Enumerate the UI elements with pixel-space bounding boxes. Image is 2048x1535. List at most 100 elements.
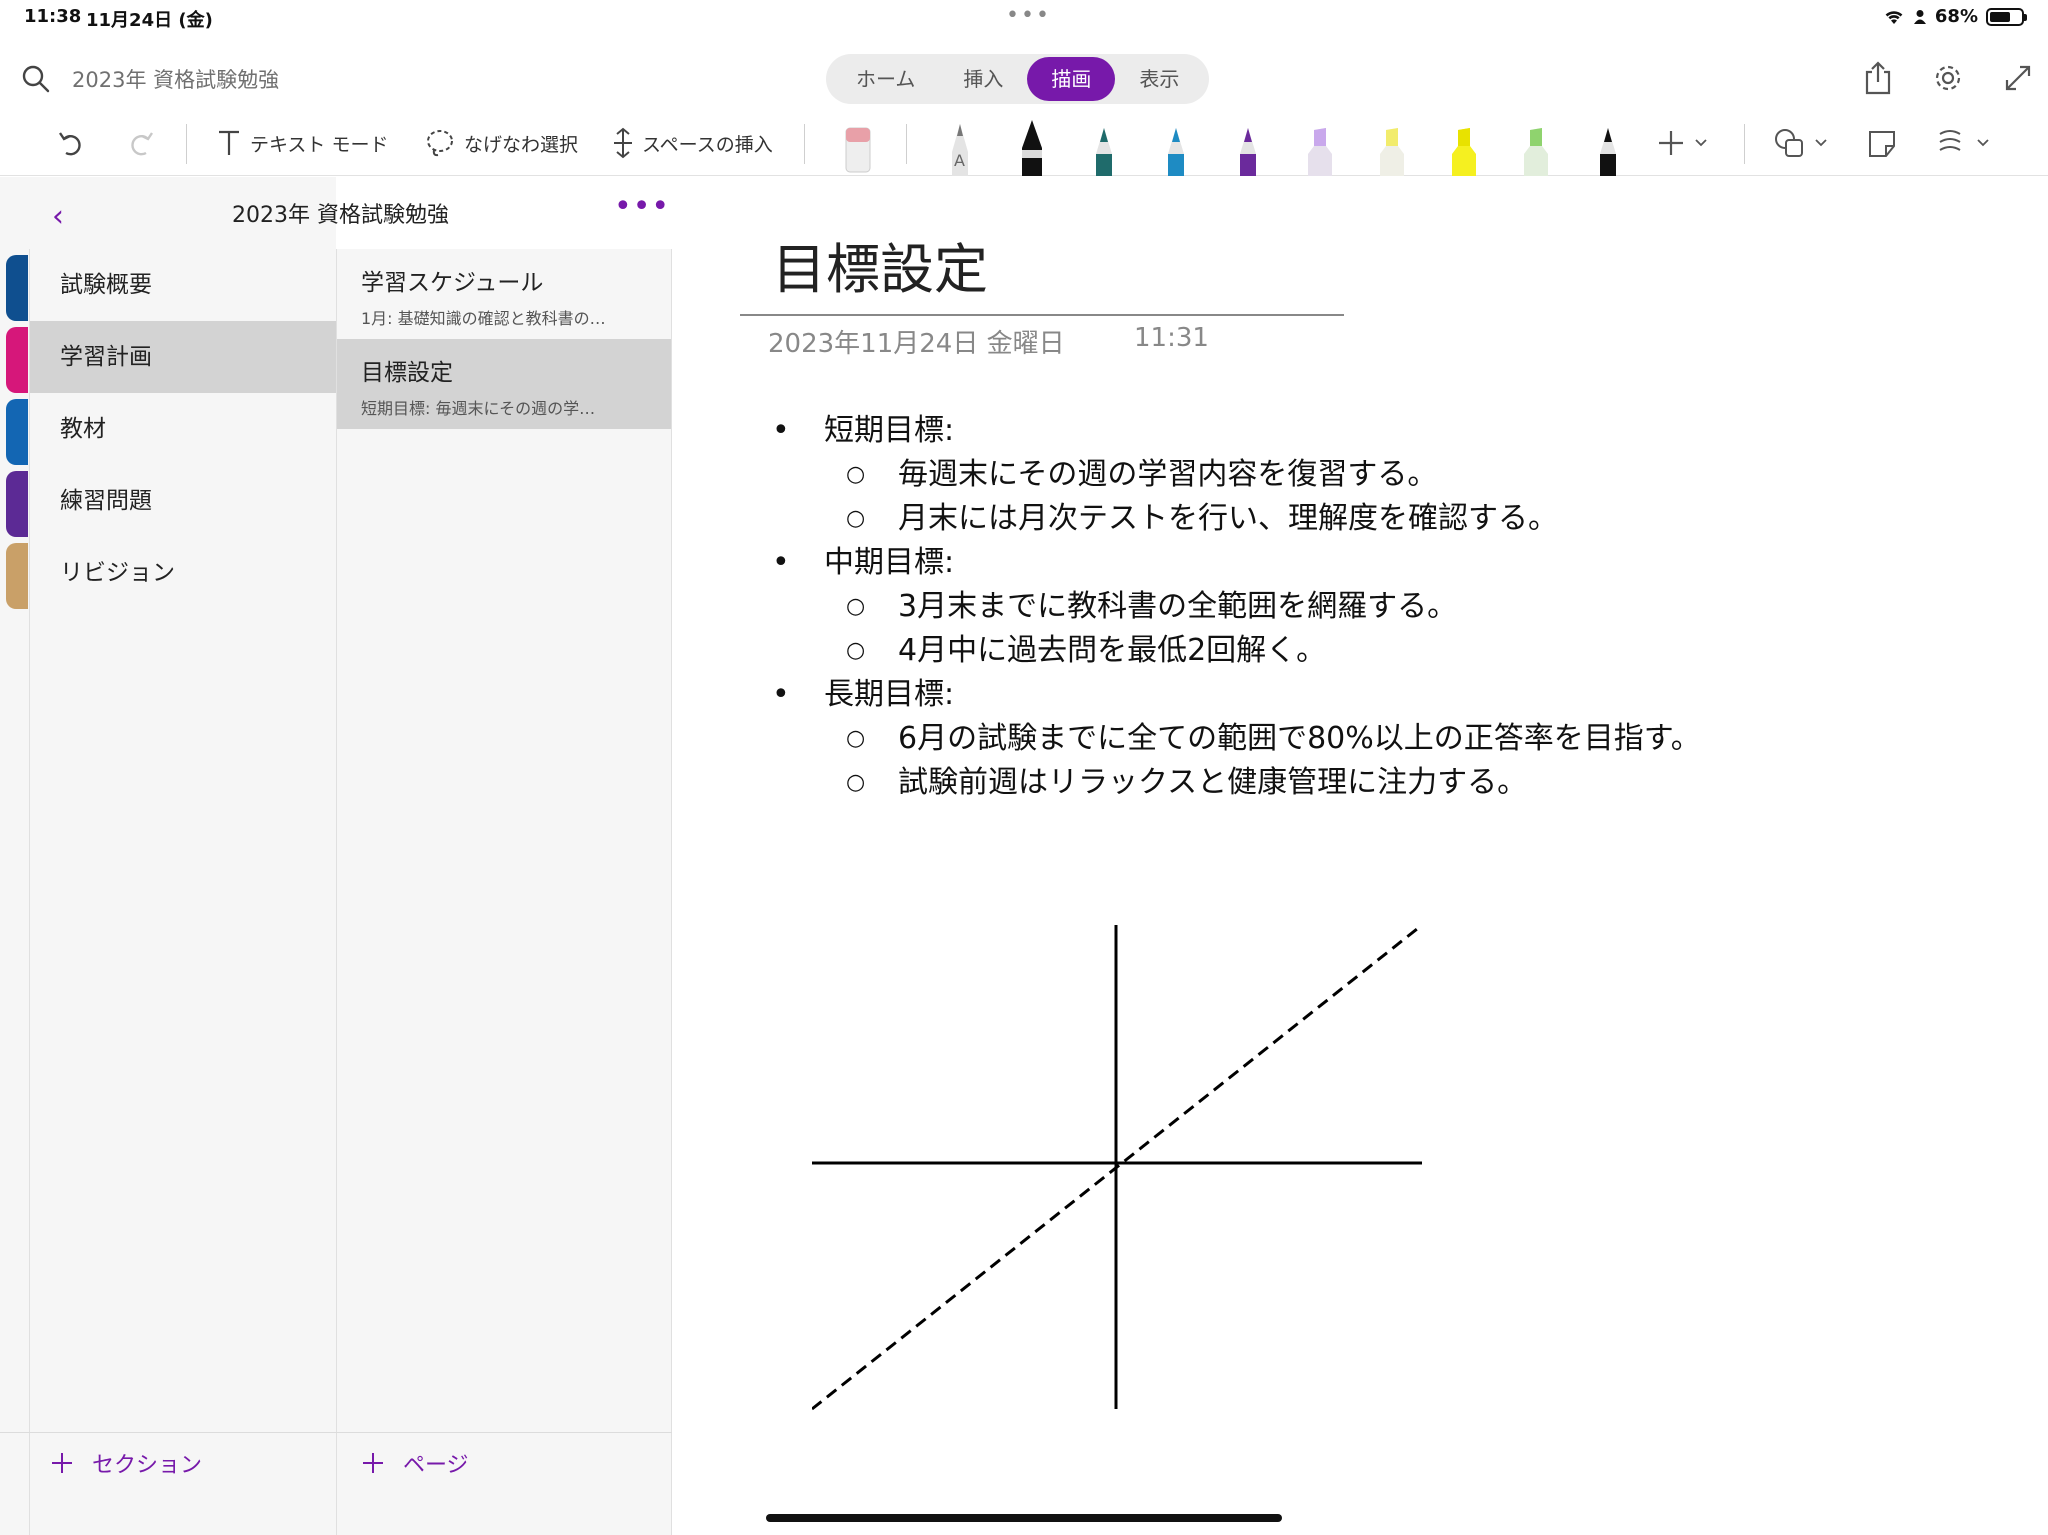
add-page-button[interactable]: ページ bbox=[361, 1447, 469, 1479]
outline-item[interactable]: 3月末までに教科書の全範囲を網羅する。 bbox=[772, 585, 1701, 629]
section-color-tab bbox=[6, 327, 28, 393]
redo-button[interactable] bbox=[124, 122, 156, 164]
notebook-title: 2023年 資格試験勉強 bbox=[232, 203, 449, 228]
shapes-button[interactable] bbox=[1772, 122, 1828, 164]
tab-draw[interactable]: 描画 bbox=[1027, 57, 1116, 101]
back-icon[interactable]: ‹ bbox=[52, 199, 64, 234]
settings-button[interactable] bbox=[1928, 58, 1968, 98]
ink-to-shape-button[interactable] bbox=[1866, 122, 1900, 164]
section-color-tab bbox=[6, 399, 28, 465]
wifi-icon bbox=[1885, 10, 1903, 24]
draw-toolbar: テキスト モード なげなわ選択 スペースの挿入 A bbox=[0, 112, 2048, 176]
title-underline bbox=[740, 314, 1344, 316]
tab-view[interactable]: 表示 bbox=[1115, 57, 1203, 101]
page-date: 2023年11月24日 金曜日 bbox=[768, 329, 1065, 359]
lasso-icon bbox=[427, 130, 453, 157]
page-item-title: 学習スケジュール bbox=[361, 270, 544, 296]
page-item-schedule[interactable]: 学習スケジュール 1月: 基礎知識の確認と教科書の… bbox=[337, 249, 671, 339]
page-item-snippet: 短期目標: 毎週末にその週の学… bbox=[361, 399, 596, 418]
section-item-exam-overview[interactable]: 試験概要 bbox=[30, 249, 336, 321]
search-icon[interactable] bbox=[20, 63, 52, 95]
home-indicator[interactable] bbox=[766, 1514, 1282, 1522]
add-section-button[interactable]: セクション bbox=[50, 1447, 202, 1479]
toolbar-divider bbox=[1744, 124, 1745, 164]
pen-teal-icon[interactable] bbox=[1084, 116, 1124, 176]
insert-space-label: スペースの挿入 bbox=[642, 133, 773, 156]
ink-replay-icon bbox=[1939, 130, 1961, 151]
location-icon bbox=[1913, 9, 1926, 24]
page-item-title: 目標設定 bbox=[361, 360, 453, 386]
search-field[interactable]: 2023年 資格試験勉強 bbox=[72, 64, 279, 94]
section-color-tab bbox=[6, 255, 28, 321]
outline-heading[interactable]: 中期目標: bbox=[772, 541, 1701, 585]
outline-item[interactable]: 6月の試験までに全ての範囲で80%以上の正答率を目指す。 bbox=[772, 717, 1701, 761]
highlighter-yellow-bright-icon[interactable] bbox=[1444, 116, 1484, 176]
lasso-select-button[interactable]: なげなわ選択 bbox=[424, 122, 578, 164]
plus-icon bbox=[1659, 131, 1683, 155]
footer-divider bbox=[0, 1432, 672, 1433]
pages-pane: 学習スケジュール 1月: 基礎知識の確認と教科書の… 目標設定 短期目標: 毎週… bbox=[336, 249, 672, 1535]
insert-space-button[interactable]: スペースの挿入 bbox=[612, 122, 773, 164]
section-item-practice[interactable]: 練習問題 bbox=[30, 465, 336, 537]
toolbar-divider bbox=[804, 124, 805, 164]
note-outline[interactable]: 短期目標: 毎週末にその週の学習内容を復習する。 月末には月次テストを行い、理解… bbox=[772, 409, 1701, 805]
section-item-materials[interactable]: 教材 bbox=[30, 393, 336, 465]
highlighter-green-icon[interactable] bbox=[1516, 116, 1556, 176]
shapes-icon bbox=[1775, 129, 1803, 157]
note-canvas[interactable]: 目標設定 2023年11月24日 金曜日 11:31 短期目標: 毎週末にその週… bbox=[672, 177, 2048, 1535]
eraser-icon[interactable] bbox=[838, 116, 878, 176]
top-right-actions bbox=[1858, 58, 2038, 98]
expand-icon bbox=[2005, 65, 2031, 91]
sections-pane: ‹ 2023年 資格試験勉強 ••• 試験概要 学習計画 教材 練習問題 リビジ… bbox=[0, 177, 669, 1535]
battery-percent: 68% bbox=[1934, 6, 1978, 27]
plus-icon bbox=[52, 1453, 72, 1473]
highlighter-yellow-icon[interactable] bbox=[1372, 116, 1412, 176]
ribbon-tabs: ホーム 挿入 描画 表示 bbox=[826, 54, 1210, 104]
section-color-tab bbox=[6, 471, 28, 537]
outline-item[interactable]: 4月中に過去問を最低2回解く。 bbox=[772, 629, 1701, 673]
undo-icon bbox=[59, 132, 81, 156]
highlighter-lavender-icon[interactable] bbox=[1300, 116, 1340, 176]
lasso-label: なげなわ選択 bbox=[464, 133, 579, 156]
pencil-icon[interactable]: A bbox=[940, 116, 980, 176]
outline-heading[interactable]: 短期目標: bbox=[772, 409, 1701, 453]
page-item-goals[interactable]: 目標設定 短期目標: 毎週末にその週の学… bbox=[337, 339, 671, 429]
battery-icon bbox=[1986, 7, 2027, 26]
undo-button[interactable] bbox=[56, 122, 88, 164]
text-mode-button[interactable]: テキスト モード bbox=[216, 122, 388, 164]
ink-drawing-axes[interactable] bbox=[812, 915, 1432, 1415]
sidebar-divider bbox=[29, 249, 30, 1535]
outline-item[interactable]: 月末には月次テストを行い、理解度を確認する。 bbox=[772, 497, 1701, 541]
add-pen-button[interactable] bbox=[1656, 122, 1708, 164]
multitasking-dots-icon[interactable]: ••• bbox=[1006, 5, 1051, 27]
section-color-tab bbox=[6, 543, 28, 609]
pen-purple-icon[interactable] bbox=[1228, 116, 1268, 176]
outline-item[interactable]: 試験前週はリラックスと健康管理に注力する。 bbox=[772, 761, 1701, 805]
redo-icon bbox=[131, 132, 153, 156]
section-item-revision[interactable]: リビジョン bbox=[30, 537, 336, 609]
settings-icon bbox=[1935, 65, 1961, 91]
tab-insert[interactable]: 挿入 bbox=[939, 57, 1027, 101]
ink-options-button[interactable] bbox=[1934, 122, 1990, 164]
pen-blue-icon[interactable] bbox=[1156, 116, 1196, 176]
page-item-snippet: 1月: 基礎知識の確認と教科書の… bbox=[361, 309, 606, 328]
toolbar-divider bbox=[186, 124, 187, 164]
section-item-study-plan[interactable]: 学習計画 bbox=[30, 321, 336, 393]
status-time: 11:38 bbox=[24, 6, 82, 27]
add-page-label: ページ bbox=[403, 1453, 469, 1478]
outline-item[interactable]: 毎週末にその週の学習内容を復習する。 bbox=[772, 453, 1701, 497]
plus-icon bbox=[363, 1453, 383, 1473]
page-title[interactable]: 目標設定 bbox=[772, 225, 988, 304]
outline-heading[interactable]: 長期目標: bbox=[772, 673, 1701, 717]
more-options-icon[interactable]: ••• bbox=[614, 189, 670, 224]
text-icon bbox=[219, 130, 239, 155]
share-button[interactable] bbox=[1858, 58, 1898, 98]
status-date: 11月24日 (金) bbox=[86, 10, 213, 31]
pen-black-alt-icon[interactable] bbox=[1588, 116, 1628, 176]
section-list: 試験概要 学習計画 教材 練習問題 リビジョン bbox=[30, 249, 336, 609]
note-ink-icon bbox=[1869, 131, 1895, 157]
pen-black-icon[interactable] bbox=[1012, 116, 1052, 176]
tab-home[interactable]: ホーム bbox=[832, 57, 939, 101]
fullscreen-button[interactable] bbox=[1998, 58, 2038, 98]
share-icon bbox=[1865, 61, 1891, 95]
